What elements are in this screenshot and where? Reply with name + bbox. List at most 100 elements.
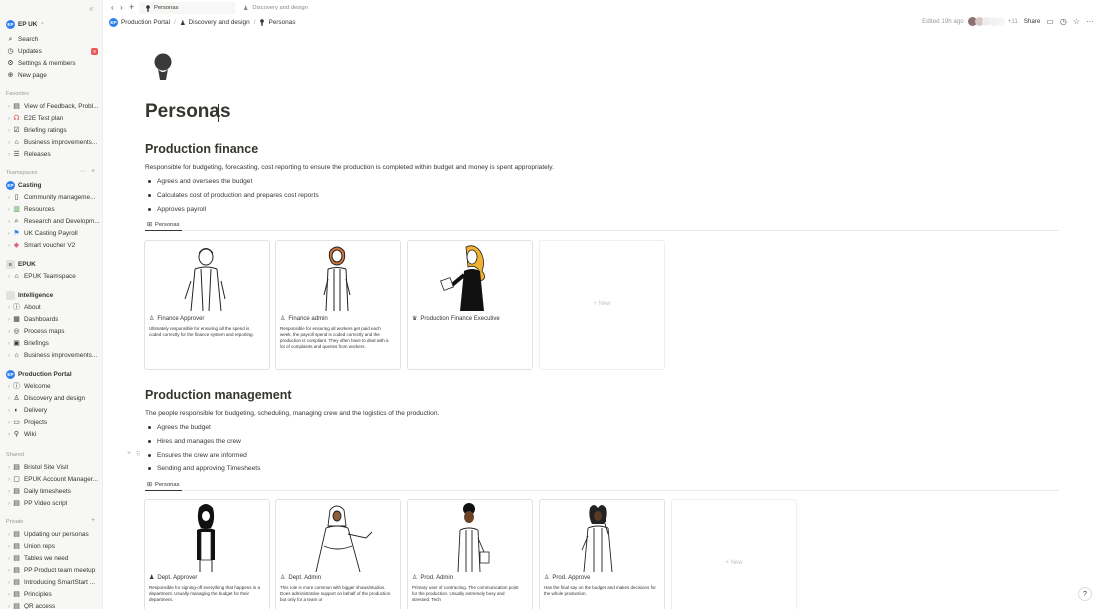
section-heading[interactable]: Production management	[145, 388, 292, 402]
section-description[interactable]: The people responsible for budgeting, sc…	[145, 410, 439, 417]
persona-card[interactable]: ♛ Production Finance Executive	[407, 240, 533, 370]
sidebar-item-view-of-feedback-probl[interactable]: › ▤ View of Feedback, Probl...	[0, 101, 102, 112]
history-icon[interactable]: ◷	[1060, 17, 1067, 26]
sidebar-item-wiki[interactable]: › ⚲ Wiki	[0, 429, 102, 440]
persona-illustration	[315, 505, 373, 572]
teamspace-epuk[interactable]: E EPUK	[0, 259, 102, 270]
back-arrow-icon[interactable]: ‹	[111, 3, 114, 12]
tab-personas[interactable]: Personas	[139, 2, 235, 14]
teamspace-intelligence[interactable]: Intelligence	[0, 290, 102, 301]
sidebar-item-about[interactable]: › ⓘ About	[0, 302, 102, 313]
person-icon: ♙	[149, 316, 155, 322]
sidebar-item-principles[interactable]: › ▤ Principles	[0, 589, 102, 600]
list-item[interactable]: Hires and manages the crew	[148, 438, 241, 445]
more-icon[interactable]: ···	[1086, 17, 1094, 26]
breadcrumb-item-personas[interactable]: Personas	[268, 19, 295, 26]
sidebar-item-daily-timesheets[interactable]: › ▤ Daily timesheets	[0, 486, 102, 497]
sidebar-item-process-maps[interactable]: › ◎ Process maps	[0, 326, 102, 337]
sidebar-item-introducing-smartstart[interactable]: › ▤ Introducing SmartStart ...	[0, 577, 102, 588]
tab-discovery-and-design[interactable]: ♟ Discovery and design	[237, 2, 347, 14]
bullet-dot	[148, 426, 151, 429]
persona-card[interactable]: ♙ Prod. Admin Primary user of contracting…	[407, 499, 533, 609]
sidebar-item-e2e-test-plan[interactable]: › ☊ E2E Test plan	[0, 113, 102, 124]
new-card-button[interactable]: + New	[539, 240, 665, 370]
breadcrumb-item-production-portal[interactable]: Production Portal	[121, 19, 170, 26]
new-tab-icon[interactable]: +	[129, 2, 134, 12]
teamspace-production-portal[interactable]: EP Production Portal	[0, 369, 102, 380]
page-icon: ▤	[13, 591, 20, 598]
sidebar-item-label: Resources	[24, 206, 55, 213]
list-item-text: Hires and manages the crew	[157, 438, 241, 445]
sidebar-item-business-improvements[interactable]: › ⌂ Business improvements...	[0, 137, 102, 148]
card-title: ♙ Finance Approver	[149, 315, 204, 323]
add-block-icon[interactable]: +	[127, 450, 131, 457]
sidebar-item-resources[interactable]: › ▥ Resources	[0, 204, 102, 215]
new-card-button[interactable]: + New	[671, 499, 797, 609]
sidebar-item-briefings[interactable]: › ▣ Briefings	[0, 338, 102, 349]
persona-card[interactable]: ♟ Dept. Approver Responsible for signing-…	[144, 499, 270, 609]
magnifier-icon: ⌕	[14, 218, 19, 225]
tab-gallery-view[interactable]: ⊞ Personas	[145, 219, 182, 231]
persona-card[interactable]: ♙ Finance admin Responsible for ensuring …	[275, 240, 401, 370]
section-description[interactable]: Responsible for budgeting, forecasting, …	[145, 164, 554, 171]
teamspace-casting[interactable]: EP Casting	[0, 180, 102, 191]
sidebar-item-pp-video-script[interactable]: › ▤ PP Video script	[0, 498, 102, 509]
section-heading[interactable]: Production finance	[145, 142, 258, 156]
list-item[interactable]: Agrees and oversees the budget	[148, 178, 252, 185]
sidebar-item-updates[interactable]: ◷ Updates 9	[0, 46, 102, 57]
sidebar-item-search[interactable]: ⌕ Search	[0, 34, 102, 45]
breadcrumb-item-discovery[interactable]: Discovery and design	[189, 19, 250, 26]
list-item[interactable]: Sending and approving Timesheets	[148, 465, 260, 472]
sidebar-item-smart-voucher-v2[interactable]: › ◆ Smart voucher V2	[0, 240, 102, 251]
add-private-page-icon[interactable]: +	[91, 517, 95, 524]
sidebar-item-delivery[interactable]: › ◐ Delivery	[0, 405, 102, 416]
sidebar-item-union-reps[interactable]: › ▤ Union reps	[0, 541, 102, 552]
add-teamspace-icon[interactable]: +	[91, 168, 95, 175]
sidebar-item-welcome[interactable]: › ⓘ Welcome	[0, 381, 102, 392]
sidebar-item-qr-access[interactable]: › ▤ QR access	[0, 601, 102, 609]
sidebar-item-projects[interactable]: › ▭ Projects	[0, 417, 102, 428]
sidebar-item-epuk-account-manager[interactable]: › ▢ EPUK Account Manager...	[0, 474, 102, 485]
sidebar-item-community-manageme[interactable]: › ▯ Community manageme...	[0, 192, 102, 203]
list-item[interactable]: Approves payroll	[148, 206, 206, 213]
avatar[interactable]	[995, 17, 1005, 26]
page-icon: ▤	[13, 500, 20, 507]
tab-gallery-view[interactable]: ⊞ Personas	[145, 479, 182, 491]
list-item[interactable]: Agrees the budget	[148, 424, 211, 431]
sidebar-item-discovery-and-design[interactable]: › ♙ Discovery and design	[0, 393, 102, 404]
sidebar-item-epuk-teamspace[interactable]: › ⌂ EPUK Teamspace	[0, 271, 102, 282]
workspace-switcher[interactable]: EP EP UK ⌃	[0, 19, 102, 30]
plus-icon: ⊕	[7, 72, 14, 79]
sidebar-item-business-improvements[interactable]: › ⌂ Business improvements...	[0, 350, 102, 361]
sidebar-item-uk-casting-payroll[interactable]: › ⚑ UK Casting Payroll	[0, 228, 102, 239]
sidebar-item-releases[interactable]: › ☰ Releases	[0, 149, 102, 160]
sidebar-item-new-page[interactable]: ⊕ New page	[0, 70, 102, 81]
sidebar-item-bristol-site-visit[interactable]: › ▤ Bristol Site Visit	[0, 462, 102, 473]
page-icon-person[interactable]	[151, 53, 175, 81]
collapse-sidebar-icon[interactable]: «	[89, 4, 93, 13]
card-title-text: Prod. Admin	[420, 574, 454, 581]
comment-icon[interactable]: ▭	[1046, 17, 1054, 26]
sidebar-item-briefing-ratings[interactable]: › ☑ Briefing ratings	[0, 125, 102, 136]
teamspace-avatar	[6, 291, 15, 300]
sidebar-item-research-and-developm[interactable]: › ⌕ Research and Developm...	[0, 216, 102, 227]
star-icon[interactable]: ☆	[1073, 17, 1080, 26]
list-item[interactable]: Calculates cost of production and prepar…	[148, 192, 319, 199]
persona-card[interactable]: ♙ Dept. Admin This role is more common wi…	[275, 499, 401, 609]
sidebar-item-settings-members[interactable]: ⚙ Settings & members	[0, 58, 102, 69]
collaborator-count[interactable]: +11	[1008, 18, 1018, 25]
list-item[interactable]: Ensures the crew are informed	[148, 452, 247, 459]
drag-handle-icon[interactable]: ⠿	[136, 451, 140, 458]
help-button[interactable]: ?	[1078, 587, 1092, 601]
teamspace-more-icon[interactable]: ···	[79, 168, 86, 175]
persona-card[interactable]: ♙ Prod. Approve Has the final say on the …	[539, 499, 665, 609]
sidebar-item-updating-our-personas[interactable]: › ▤ Updating our personas	[0, 529, 102, 540]
sidebar-item-pp-product-team-meetup[interactable]: › ▤ PP Product team meetup	[0, 565, 102, 576]
share-button[interactable]: Share	[1024, 18, 1041, 25]
computer-icon: ▢	[13, 476, 20, 483]
sidebar-item-dashboards[interactable]: › ▦ Dashboards	[0, 314, 102, 325]
sidebar-item-label: Wiki	[24, 431, 37, 438]
persona-card[interactable]: ♙ Finance Approver Ultimately responsible…	[144, 240, 270, 370]
sidebar-item-tables-we-need[interactable]: › ▤ Tables we need	[0, 553, 102, 564]
forward-arrow-icon[interactable]: ›	[120, 3, 123, 12]
